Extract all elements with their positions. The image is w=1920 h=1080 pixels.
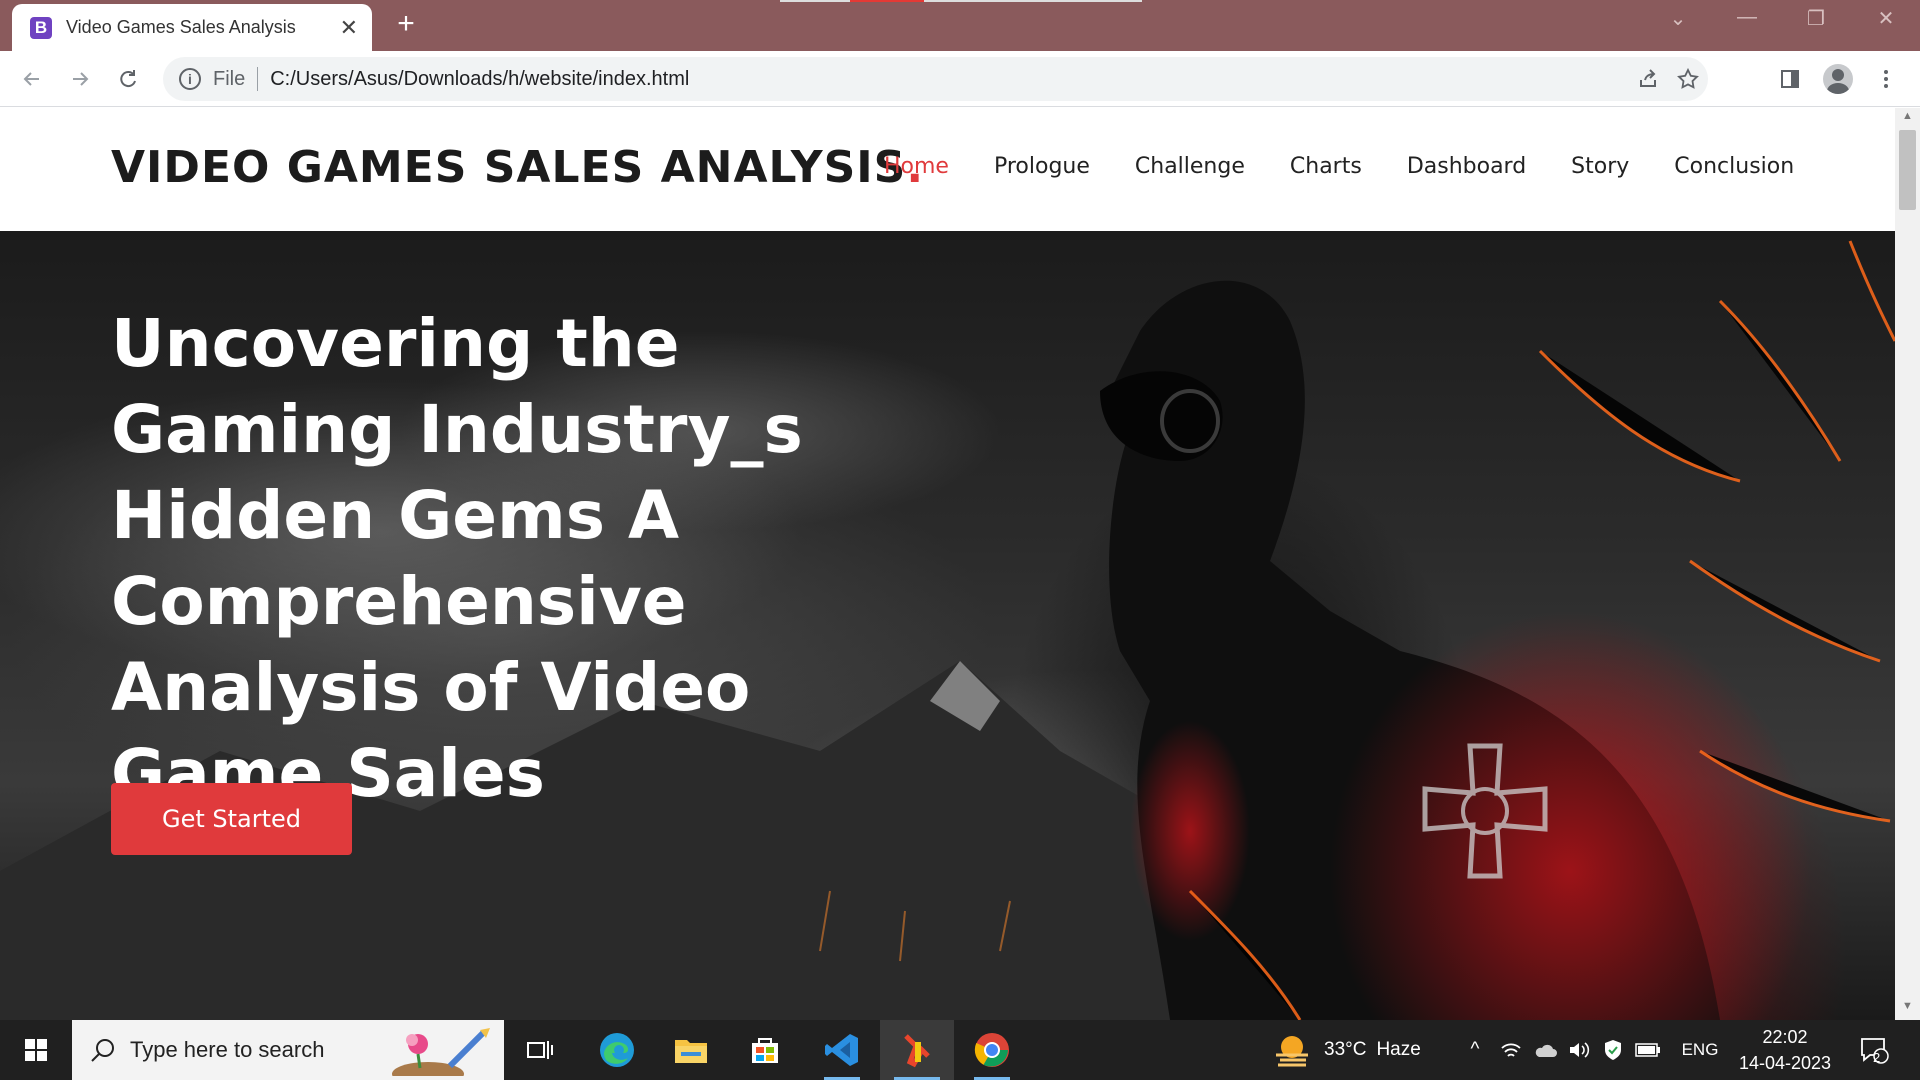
- loading-bar-segment: [780, 0, 850, 2]
- site-favicon-icon: B: [30, 16, 52, 39]
- back-arrow-icon: [23, 72, 39, 86]
- windows-logo-icon: [25, 1039, 47, 1061]
- weather-condition: Haze: [1376, 1039, 1421, 1060]
- nav-link-home[interactable]: Home: [884, 154, 949, 179]
- url-scheme-label: File: [213, 67, 246, 90]
- notification-center-icon[interactable]: 2: [1850, 1020, 1898, 1080]
- security-shield-icon[interactable]: [1598, 1020, 1628, 1080]
- loading-bar-segment: [850, 0, 924, 2]
- address-bar[interactable]: i File C:/Users/Asus/Downloads/h/website…: [163, 57, 1708, 101]
- get-started-button[interactable]: Get Started: [111, 783, 352, 855]
- weather-widget[interactable]: 33°C Haze: [1272, 1020, 1452, 1080]
- power-bi-icon[interactable]: [880, 1020, 954, 1080]
- sun-haze-icon: [1276, 1036, 1308, 1067]
- browser-toolbar: i File C:/Users/Asus/Downloads/h/website…: [0, 51, 1920, 107]
- search-icon: [91, 1039, 114, 1062]
- search-placeholder: Type here to search: [130, 1037, 325, 1062]
- profile-button[interactable]: [1820, 61, 1856, 97]
- share-icon[interactable]: [1628, 59, 1668, 99]
- microsoft-store-icon[interactable]: [738, 1020, 792, 1080]
- taskbar-search-input[interactable]: Type here to search: [72, 1020, 504, 1080]
- show-hidden-icons-chevron-icon[interactable]: ^: [1460, 1020, 1490, 1080]
- reload-button[interactable]: [110, 61, 146, 97]
- clock-date: 14-04-2023: [1738, 1053, 1832, 1073]
- task-view-icon[interactable]: [518, 1020, 562, 1080]
- system-clock[interactable]: 22:02 14-04-2023: [1735, 1024, 1835, 1076]
- loading-bar-segment: [924, 0, 1142, 2]
- browser-menu-icon[interactable]: [1868, 61, 1904, 97]
- tab-title: Video Games Sales Analysis: [66, 17, 296, 37]
- omnibox-divider: [257, 67, 259, 91]
- notification-count-badge: 2: [1873, 1050, 1881, 1065]
- browser-tab-active[interactable]: B Video Games Sales Analysis ✕: [12, 4, 372, 51]
- logo-text: VIDEO GAMES SALES ANALYSIS: [111, 142, 907, 193]
- tab-close-icon[interactable]: ✕: [340, 15, 358, 41]
- volume-icon[interactable]: [1564, 1020, 1594, 1080]
- language-label: ENG: [1681, 1040, 1719, 1059]
- wifi-icon[interactable]: [1496, 1020, 1526, 1080]
- back-button[interactable]: [14, 61, 50, 97]
- clock-time: 22:02: [1762, 1027, 1808, 1047]
- bookmark-star-icon[interactable]: [1668, 59, 1708, 99]
- page-viewport: VIDEO GAMES SALES ANALYSIS. Home Prologu…: [0, 108, 1895, 1020]
- hero-section: Uncovering the Gaming Industry_s Hidden …: [0, 231, 1895, 1020]
- hero-title: Uncovering the Gaming Industry_s Hidden …: [111, 305, 803, 812]
- scrollbar-thumb[interactable]: [1899, 130, 1916, 210]
- site-info-icon[interactable]: i: [179, 68, 201, 90]
- windows-taskbar: Type here to search 33°C Haze ^ ENG 22:0…: [0, 1020, 1920, 1080]
- scroll-down-arrow-icon[interactable]: ▼: [1895, 1000, 1920, 1018]
- reload-icon: [120, 70, 136, 88]
- tab-search-chevron-icon[interactable]: ⌄: [1658, 6, 1698, 31]
- main-nav: Home Prologue Challenge Charts Dashboard…: [884, 154, 1839, 179]
- site-header: VIDEO GAMES SALES ANALYSIS. Home Prologu…: [0, 108, 1895, 231]
- search-highlight-illustration-icon: [392, 1028, 490, 1076]
- page-scrollbar[interactable]: ▲ ▼: [1895, 108, 1920, 1020]
- chrome-icon[interactable]: [962, 1020, 1022, 1080]
- start-button[interactable]: [14, 1020, 58, 1080]
- new-tab-button[interactable]: +: [390, 7, 422, 40]
- nav-link-challenge[interactable]: Challenge: [1135, 154, 1245, 179]
- browser-tabstrip: B Video Games Sales Analysis ✕ + ⌄ — ❐ ✕: [0, 0, 1920, 51]
- nav-link-prologue[interactable]: Prologue: [994, 154, 1090, 179]
- nav-link-story[interactable]: Story: [1571, 154, 1629, 179]
- close-window-icon[interactable]: ✕: [1866, 6, 1906, 31]
- forward-arrow-icon: [73, 72, 89, 86]
- site-logo[interactable]: VIDEO GAMES SALES ANALYSIS.: [111, 142, 924, 193]
- onedrive-cloud-icon[interactable]: [1530, 1020, 1560, 1080]
- forward-button[interactable]: [62, 61, 98, 97]
- minimize-icon[interactable]: —: [1727, 6, 1767, 29]
- file-explorer-icon[interactable]: [664, 1020, 718, 1080]
- battery-icon[interactable]: [1632, 1020, 1664, 1080]
- url-text[interactable]: C:/Users/Asus/Downloads/h/website/index.…: [270, 68, 1628, 91]
- input-language-indicator[interactable]: ENG: [1672, 1020, 1728, 1080]
- avatar: [1823, 64, 1853, 94]
- nav-link-dashboard[interactable]: Dashboard: [1407, 154, 1526, 179]
- nav-link-conclusion[interactable]: Conclusion: [1674, 154, 1794, 179]
- side-panel-icon[interactable]: [1772, 61, 1808, 97]
- vscode-icon[interactable]: [812, 1020, 872, 1080]
- restore-icon[interactable]: ❐: [1796, 6, 1836, 31]
- weather-temperature: 33°C: [1324, 1039, 1367, 1060]
- edge-browser-icon[interactable]: [590, 1020, 644, 1080]
- scroll-up-arrow-icon[interactable]: ▲: [1895, 110, 1920, 128]
- nav-link-charts[interactable]: Charts: [1290, 154, 1362, 179]
